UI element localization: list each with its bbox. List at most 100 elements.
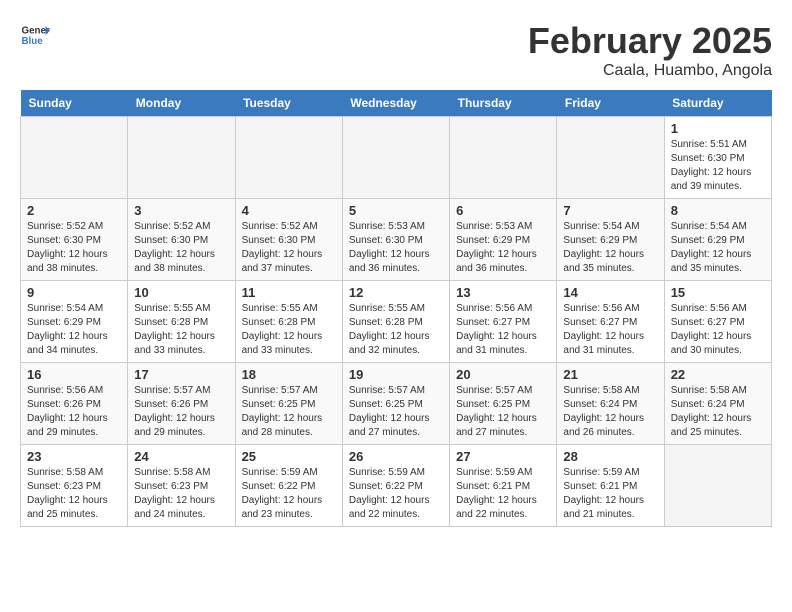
day-info: Sunrise: 5:55 AM Sunset: 6:28 PM Dayligh…: [349, 302, 443, 358]
day-number: 20: [456, 367, 550, 382]
day-cell: 3 Sunrise: 5:52 AM Sunset: 6:30 PM Daylig…: [128, 199, 235, 281]
day-number: 26: [349, 449, 443, 464]
day-number: 24: [134, 449, 228, 464]
day-number: 7: [563, 203, 657, 218]
day-number: 3: [134, 203, 228, 218]
day-info: Sunrise: 5:53 AM Sunset: 6:30 PM Dayligh…: [349, 220, 443, 276]
col-header-monday: Monday: [128, 90, 235, 117]
page-header: General Blue February 2025 Caala, Huambo…: [20, 20, 772, 80]
day-cell: 28 Sunrise: 5:59 AM Sunset: 6:21 PM Dayli…: [557, 445, 664, 527]
day-cell: 5 Sunrise: 5:53 AM Sunset: 6:30 PM Daylig…: [342, 199, 449, 281]
col-header-saturday: Saturday: [664, 90, 771, 117]
day-info: Sunrise: 5:58 AM Sunset: 6:23 PM Dayligh…: [134, 466, 228, 522]
logo-icon: General Blue: [20, 20, 50, 50]
day-number: 28: [563, 449, 657, 464]
day-info: Sunrise: 5:56 AM Sunset: 6:27 PM Dayligh…: [563, 302, 657, 358]
day-cell: 20 Sunrise: 5:57 AM Sunset: 6:25 PM Dayli…: [450, 363, 557, 445]
day-info: Sunrise: 5:52 AM Sunset: 6:30 PM Dayligh…: [242, 220, 336, 276]
day-cell: 21Sunrise: 5:58 AM Sunset: 6:24 PM Dayli…: [557, 363, 664, 445]
day-info: Sunrise: 5:56 AM Sunset: 6:26 PM Dayligh…: [27, 384, 121, 440]
day-number: 27: [456, 449, 550, 464]
week-row-4: 16Sunrise: 5:56 AM Sunset: 6:26 PM Dayli…: [21, 363, 772, 445]
day-cell: 1Sunrise: 5:51 AM Sunset: 6:30 PM Daylig…: [664, 117, 771, 199]
day-cell: 26 Sunrise: 5:59 AM Sunset: 6:22 PM Dayli…: [342, 445, 449, 527]
day-info: Sunrise: 5:54 AM Sunset: 6:29 PM Dayligh…: [671, 220, 765, 276]
day-cell: 11 Sunrise: 5:55 AM Sunset: 6:28 PM Dayli…: [235, 281, 342, 363]
header-row: SundayMondayTuesdayWednesdayThursdayFrid…: [21, 90, 772, 117]
day-number: 5: [349, 203, 443, 218]
col-header-tuesday: Tuesday: [235, 90, 342, 117]
location-subtitle: Caala, Huambo, Angola: [528, 62, 772, 80]
day-number: 8: [671, 203, 765, 218]
day-number: 10: [134, 285, 228, 300]
col-header-thursday: Thursday: [450, 90, 557, 117]
week-row-2: 2 Sunrise: 5:52 AM Sunset: 6:30 PM Daylig…: [21, 199, 772, 281]
day-cell: 19 Sunrise: 5:57 AM Sunset: 6:25 PM Dayli…: [342, 363, 449, 445]
day-info: Sunrise: 5:54 AM Sunset: 6:29 PM Dayligh…: [27, 302, 121, 358]
day-number: 13: [456, 285, 550, 300]
day-cell: 8 Sunrise: 5:54 AM Sunset: 6:29 PM Daylig…: [664, 199, 771, 281]
day-cell: [235, 117, 342, 199]
day-cell: 7 Sunrise: 5:54 AM Sunset: 6:29 PM Daylig…: [557, 199, 664, 281]
day-info: Sunrise: 5:56 AM Sunset: 6:27 PM Dayligh…: [671, 302, 765, 358]
day-number: 22: [671, 367, 765, 382]
day-info: Sunrise: 5:55 AM Sunset: 6:28 PM Dayligh…: [242, 302, 336, 358]
day-info: Sunrise: 5:52 AM Sunset: 6:30 PM Dayligh…: [134, 220, 228, 276]
day-cell: 24 Sunrise: 5:58 AM Sunset: 6:23 PM Dayli…: [128, 445, 235, 527]
day-number: 4: [242, 203, 336, 218]
day-info: Sunrise: 5:59 AM Sunset: 6:21 PM Dayligh…: [456, 466, 550, 522]
day-cell: 6Sunrise: 5:53 AM Sunset: 6:29 PM Daylig…: [450, 199, 557, 281]
calendar-table: SundayMondayTuesdayWednesdayThursdayFrid…: [20, 90, 772, 527]
day-info: Sunrise: 5:57 AM Sunset: 6:25 PM Dayligh…: [456, 384, 550, 440]
day-info: Sunrise: 5:59 AM Sunset: 6:21 PM Dayligh…: [563, 466, 657, 522]
day-cell: [664, 445, 771, 527]
day-info: Sunrise: 5:55 AM Sunset: 6:28 PM Dayligh…: [134, 302, 228, 358]
day-number: 17: [134, 367, 228, 382]
day-number: 25: [242, 449, 336, 464]
day-cell: [21, 117, 128, 199]
day-info: Sunrise: 5:57 AM Sunset: 6:26 PM Dayligh…: [134, 384, 228, 440]
col-header-wednesday: Wednesday: [342, 90, 449, 117]
day-info: Sunrise: 5:54 AM Sunset: 6:29 PM Dayligh…: [563, 220, 657, 276]
day-number: 2: [27, 203, 121, 218]
day-number: 1: [671, 121, 765, 136]
day-cell: [342, 117, 449, 199]
day-cell: 14Sunrise: 5:56 AM Sunset: 6:27 PM Dayli…: [557, 281, 664, 363]
col-header-friday: Friday: [557, 90, 664, 117]
day-cell: 4 Sunrise: 5:52 AM Sunset: 6:30 PM Daylig…: [235, 199, 342, 281]
day-cell: 27 Sunrise: 5:59 AM Sunset: 6:21 PM Dayli…: [450, 445, 557, 527]
day-number: 18: [242, 367, 336, 382]
day-number: 15: [671, 285, 765, 300]
day-info: Sunrise: 5:59 AM Sunset: 6:22 PM Dayligh…: [242, 466, 336, 522]
month-title: February 2025: [528, 20, 772, 62]
day-cell: [128, 117, 235, 199]
day-number: 23: [27, 449, 121, 464]
day-info: Sunrise: 5:52 AM Sunset: 6:30 PM Dayligh…: [27, 220, 121, 276]
day-cell: 9 Sunrise: 5:54 AM Sunset: 6:29 PM Daylig…: [21, 281, 128, 363]
day-number: 11: [242, 285, 336, 300]
day-cell: 2 Sunrise: 5:52 AM Sunset: 6:30 PM Daylig…: [21, 199, 128, 281]
day-info: Sunrise: 5:58 AM Sunset: 6:24 PM Dayligh…: [671, 384, 765, 440]
day-cell: 23Sunrise: 5:58 AM Sunset: 6:23 PM Dayli…: [21, 445, 128, 527]
day-cell: [557, 117, 664, 199]
day-cell: 12 Sunrise: 5:55 AM Sunset: 6:28 PM Dayli…: [342, 281, 449, 363]
day-cell: 18 Sunrise: 5:57 AM Sunset: 6:25 PM Dayli…: [235, 363, 342, 445]
day-info: Sunrise: 5:59 AM Sunset: 6:22 PM Dayligh…: [349, 466, 443, 522]
day-info: Sunrise: 5:57 AM Sunset: 6:25 PM Dayligh…: [242, 384, 336, 440]
day-info: Sunrise: 5:57 AM Sunset: 6:25 PM Dayligh…: [349, 384, 443, 440]
day-cell: [450, 117, 557, 199]
day-cell: 10 Sunrise: 5:55 AM Sunset: 6:28 PM Dayli…: [128, 281, 235, 363]
day-cell: 22 Sunrise: 5:58 AM Sunset: 6:24 PM Dayli…: [664, 363, 771, 445]
day-number: 19: [349, 367, 443, 382]
title-block: February 2025 Caala, Huambo, Angola: [528, 20, 772, 80]
day-cell: 17 Sunrise: 5:57 AM Sunset: 6:26 PM Dayli…: [128, 363, 235, 445]
day-number: 12: [349, 285, 443, 300]
day-cell: 13 Sunrise: 5:56 AM Sunset: 6:27 PM Dayli…: [450, 281, 557, 363]
day-cell: 16Sunrise: 5:56 AM Sunset: 6:26 PM Dayli…: [21, 363, 128, 445]
logo: General Blue: [20, 20, 50, 50]
day-number: 9: [27, 285, 121, 300]
day-info: Sunrise: 5:56 AM Sunset: 6:27 PM Dayligh…: [456, 302, 550, 358]
svg-text:Blue: Blue: [22, 36, 44, 47]
week-row-1: 1Sunrise: 5:51 AM Sunset: 6:30 PM Daylig…: [21, 117, 772, 199]
col-header-sunday: Sunday: [21, 90, 128, 117]
